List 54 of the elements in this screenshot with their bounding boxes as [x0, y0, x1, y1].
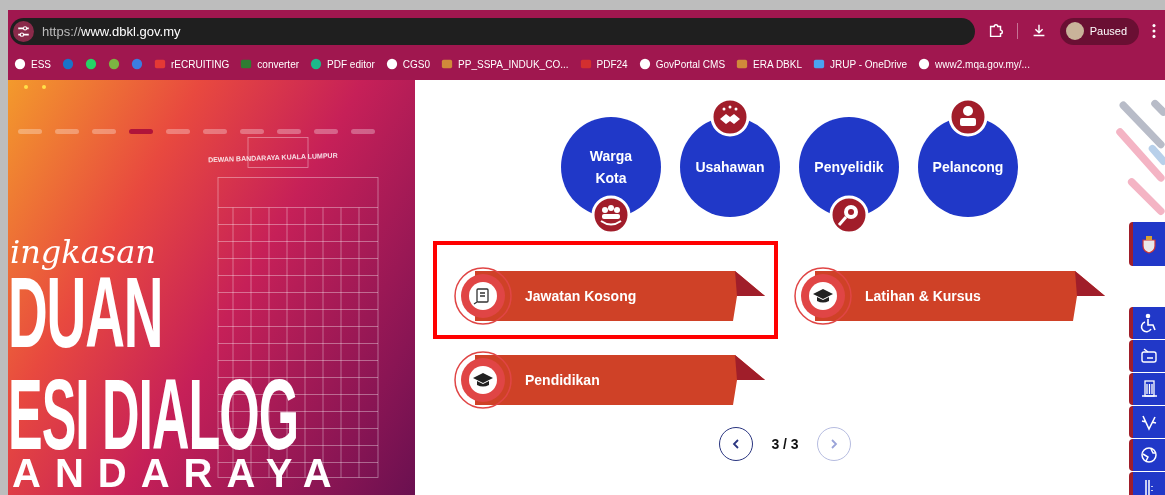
globe-tool-button[interactable] — [1129, 439, 1165, 471]
globe-icon — [385, 58, 398, 70]
graduation-cap-icon — [793, 266, 853, 326]
banner-heading: ESI DIALOG — [8, 372, 299, 456]
avatar-icon — [1065, 22, 1084, 40]
bookmark-link[interactable]: rECRUITING — [154, 58, 230, 70]
card-icon — [1139, 346, 1159, 366]
bookmark-link[interactable]: ERA DBKL — [736, 58, 802, 70]
site-info-icon[interactable] — [13, 20, 34, 42]
bookmark-link[interactable]: GovPortal CMS — [638, 58, 726, 70]
banner-script-text: ingkasan — [10, 234, 157, 270]
building-icon — [1139, 379, 1159, 399]
bookmark-icon — [813, 58, 825, 70]
bookmark-icon — [579, 58, 592, 70]
bookmark-icon[interactable] — [62, 58, 74, 70]
bookmark-link[interactable]: www2.mqa.gov.my/... — [918, 58, 1030, 70]
bookmark-icon — [240, 58, 253, 70]
bookmark-icon — [441, 58, 454, 70]
wheelchair-tool-button[interactable] — [1129, 307, 1165, 339]
bookmark-icon — [736, 58, 749, 70]
bookmark-link[interactable]: ESS — [14, 58, 51, 70]
card-tool-button[interactable] — [1129, 340, 1165, 372]
crest-icon — [1139, 234, 1159, 254]
wheelchair-icon — [1139, 313, 1159, 333]
bookmark-icon — [154, 58, 166, 70]
address-bar[interactable]: https://www.dbkl.gov.my — [10, 17, 975, 45]
bookmark-link[interactable]: PDF editor — [310, 58, 375, 70]
globe-icon — [638, 58, 651, 70]
plant-tool-button[interactable] — [1129, 406, 1165, 438]
banner-heading: ANDARAYA — [12, 456, 347, 490]
bookmark-icon — [310, 58, 323, 70]
banner-heading: DUAN — [8, 270, 163, 354]
menu-icon[interactable] — [1151, 22, 1157, 40]
globe-icon — [1139, 445, 1159, 465]
bookmark-link[interactable]: CGS0 — [385, 58, 431, 70]
bookmark-icon[interactable] — [85, 58, 97, 70]
graduation-cap-icon — [453, 350, 513, 410]
clipboard-icon — [453, 266, 513, 326]
building-tool-button[interactable] — [1129, 373, 1165, 405]
bookmark-link[interactable]: PDF24 — [579, 58, 628, 70]
crest-tool-button[interactable] — [1129, 222, 1165, 266]
bookmark-link[interactable]: JRUP - OneDrive — [813, 58, 908, 70]
url-text: https://www.dbkl.gov.my — [42, 23, 181, 39]
page-counter: 3 / 3 — [771, 436, 799, 452]
previous-button[interactable] — [719, 427, 754, 461]
bookmark-icon[interactable] — [131, 58, 143, 70]
bookmark-icon[interactable] — [108, 58, 120, 70]
slide-indicator[interactable] — [129, 129, 153, 134]
globe-icon — [918, 58, 931, 70]
ruler-tool-button[interactable] — [1129, 472, 1165, 495]
bookmark-link[interactable]: PP_SSPA_INDUK_CO... — [441, 58, 569, 70]
profile-button[interactable]: Paused — [1059, 17, 1139, 45]
globe-icon — [14, 58, 26, 70]
bookmark-link[interactable]: converter — [240, 58, 300, 70]
